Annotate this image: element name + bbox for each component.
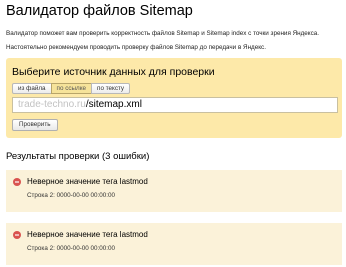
source-panel: Выберите источник данных для проверки из… bbox=[6, 58, 342, 138]
results-title: Результаты проверки (3 ошибки) bbox=[6, 151, 150, 162]
url-path: /sitemap.xml bbox=[85, 99, 142, 110]
error-detail: Строка 2: 0000-00-00 00:00:00 bbox=[27, 245, 116, 252]
error-title: Неверное значение тега lastmod bbox=[27, 177, 148, 186]
source-tabs: из файла по ссылке по тексту bbox=[12, 83, 131, 94]
url-host: trade-techno.ru bbox=[18, 99, 86, 110]
url-input[interactable]: trade-techno.ru/sitemap.xml bbox=[12, 97, 338, 113]
tab-by-url[interactable]: по ссылке bbox=[50, 83, 93, 94]
error-item: Неверное значение тега lastmod Строка 2:… bbox=[6, 223, 342, 265]
check-button[interactable]: Проверить bbox=[12, 119, 58, 131]
error-title: Неверное значение тега lastmod bbox=[27, 230, 148, 239]
tab-by-text[interactable]: по тексту bbox=[91, 83, 131, 94]
description-line-2: Настоятельно рекомендуем проводить прове… bbox=[6, 44, 266, 51]
error-icon bbox=[13, 231, 21, 239]
tab-from-file[interactable]: из файла bbox=[12, 83, 52, 94]
error-item: Неверное значение тега lastmod Строка 2:… bbox=[6, 170, 342, 212]
error-icon bbox=[13, 178, 21, 186]
source-title: Выберите источник данных для проверки bbox=[12, 66, 215, 78]
error-detail: Строка 2: 0000-00-00 00:00:00 bbox=[27, 192, 116, 199]
page-title: Валидатор файлов Sitemap bbox=[6, 3, 193, 19]
description-line-1: Валидатор поможет вам проверить корректн… bbox=[6, 30, 320, 37]
